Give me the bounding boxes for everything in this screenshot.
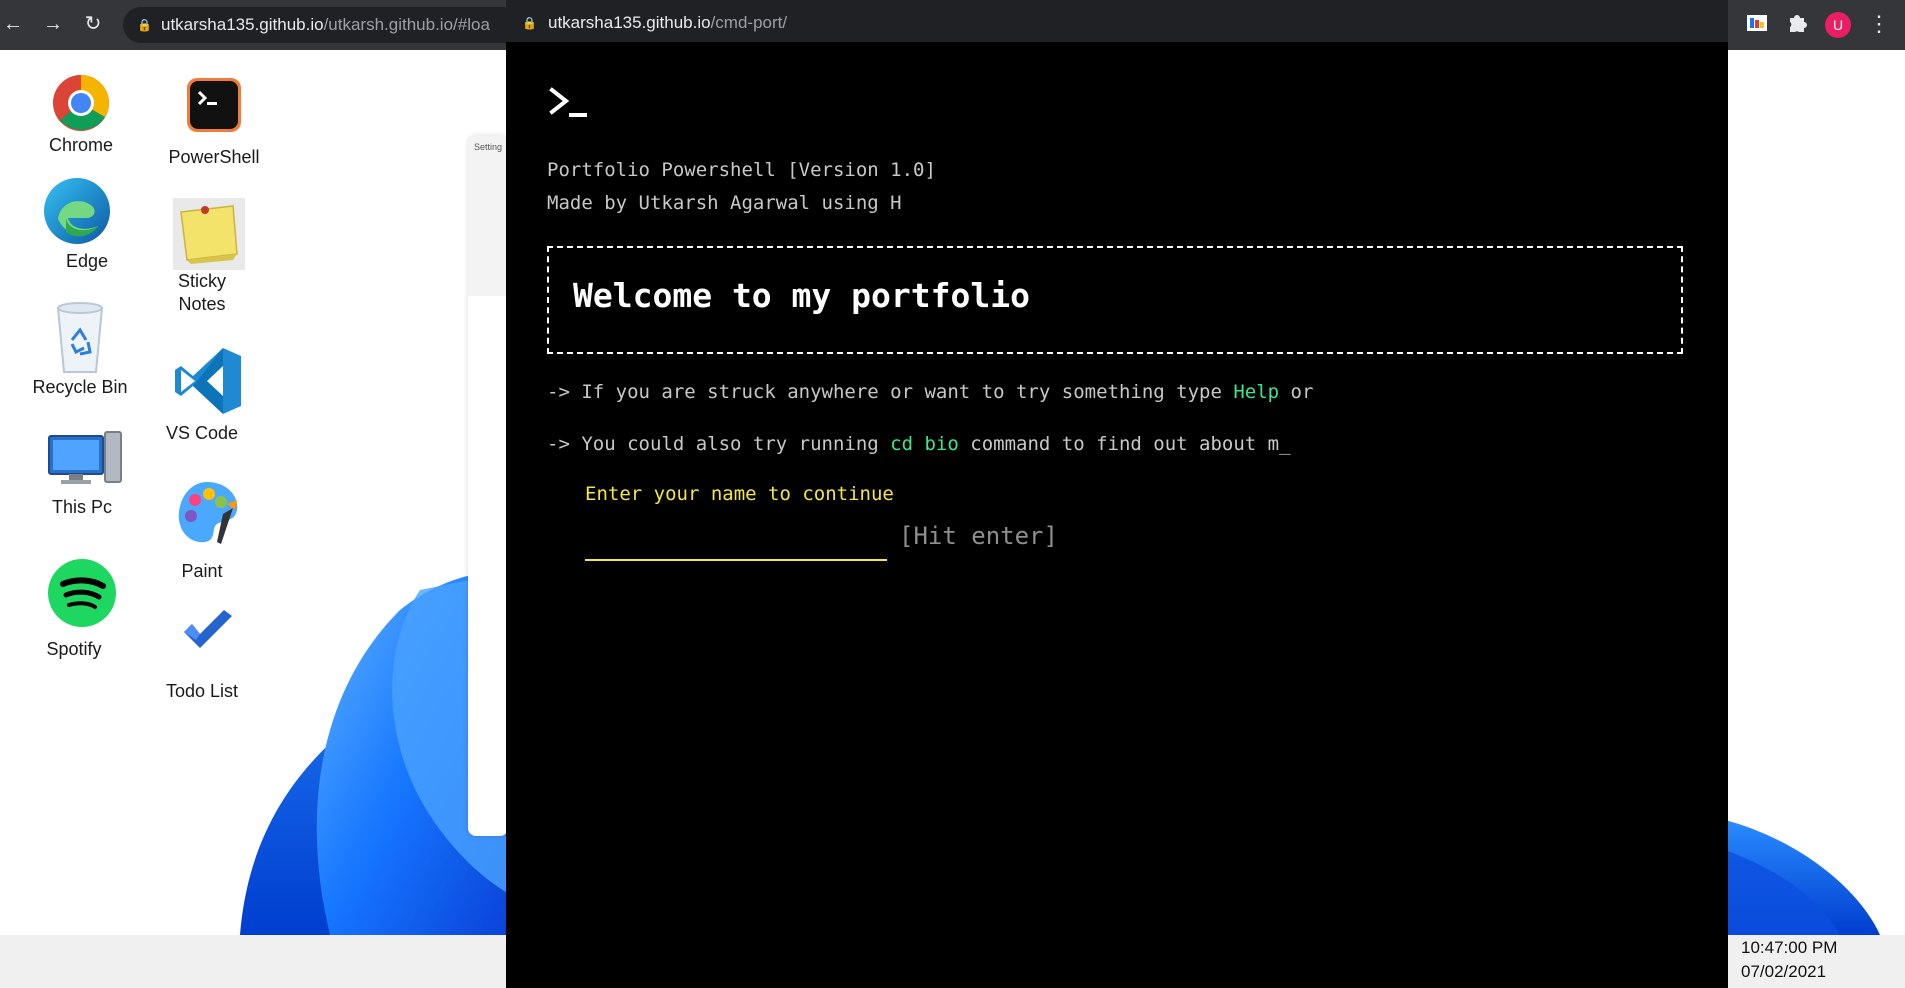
desktop-icon-label: Paint (181, 561, 223, 581)
desktop-icon-sticky-notes[interactable]: Sticky Notes (148, 198, 268, 316)
url-host: utkarsha135.github.io (548, 13, 711, 32)
todo-list-icon (184, 610, 232, 648)
desktop-icon-label: Sticky Notes (177, 271, 226, 314)
desktop-icon-paint[interactable]: Paint (148, 478, 268, 583)
desktop-icon-label: VS Code (165, 423, 239, 443)
desktop-icon-label: This Pc (51, 497, 112, 517)
settings-window[interactable]: Setting (468, 136, 508, 836)
help-hint-line: -> If you are struck anywhere or want to… (547, 381, 1313, 403)
desktop-icon-edge[interactable]: Edge (15, 174, 135, 273)
powershell-icon (187, 78, 241, 132)
clock-time: 10:47:00 PM (1741, 938, 1838, 957)
chrome-icon (53, 75, 109, 131)
lock-icon: 🔒 (137, 18, 152, 32)
desktop-icon-label: Edge (65, 251, 109, 271)
kebab-menu-icon[interactable]: ⋮ (1868, 10, 1890, 38)
extensions-puzzle-icon[interactable] (1786, 12, 1808, 34)
paint-icon (178, 482, 238, 544)
welcome-heading: Welcome to my portfolio (573, 276, 1030, 315)
address-bar[interactable]: 🔒 utkarsha135.github.io/utkarsh.github.i… (123, 7, 523, 43)
hit-enter-hint: [Hit enter] (899, 522, 1058, 550)
desktop-icon-spotify[interactable]: Spotify (22, 558, 142, 661)
edge-icon (44, 178, 110, 244)
name-prompt-label: Enter your name to continue (585, 483, 894, 505)
settings-title: Setting (474, 142, 503, 152)
desktop-icon-todo-list[interactable]: Todo List (148, 606, 268, 703)
recycle-bin-icon (56, 302, 104, 373)
forward-arrow-icon[interactable]: → (40, 11, 66, 37)
terminal-address-bar[interactable]: 🔒 utkarsha135.github.io/cmd-port/ (506, 0, 1728, 42)
welcome-banner: Welcome to my portfolio (547, 246, 1683, 354)
sticky-notes-icon (173, 198, 245, 270)
made-by-line: Made by Utkarsh Agarwal using H (547, 192, 902, 214)
spotify-icon (48, 559, 116, 627)
bio-command[interactable]: cd bio (890, 433, 959, 455)
url-path: /utkarsh.github.io/#loa (323, 15, 490, 34)
desktop-icon-label: Chrome (48, 135, 114, 155)
bio-hint-line: -> You could also try running cd bio com… (547, 433, 1291, 455)
desktop-icon-this-pc[interactable]: This Pc (22, 430, 142, 519)
terminal-window[interactable]: 🔒 utkarsha135.github.io/cmd-port/ Portfo… (506, 0, 1728, 988)
name-input[interactable] (585, 525, 887, 561)
terminal-prompt-icon (549, 87, 587, 117)
desktop-icon-label: Spotify (46, 639, 102, 659)
desktop-icon-recycle-bin[interactable]: Recycle Bin (20, 300, 140, 399)
taskbar-clock[interactable]: 10:47:00 PM 07/02/2021 (1741, 936, 1861, 984)
help-hint-prefix: -> If you are struck anywhere or want to… (547, 381, 1234, 403)
vscode-icon (175, 348, 241, 414)
desktop-icon-powershell[interactable]: PowerShell (154, 76, 274, 169)
desktop-icon-chrome[interactable]: Chrome (21, 72, 141, 157)
bio-hint-prefix: -> You could also try running (547, 433, 891, 455)
profile-avatar[interactable]: U (1825, 12, 1851, 38)
desktop-icon-label: PowerShell (168, 147, 260, 167)
version-line: Portfolio Powershell [Version 1.0] (547, 159, 936, 181)
desktop-icon-vscode[interactable]: VS Code (148, 346, 268, 445)
this-pc-icon (48, 431, 122, 484)
help-keyword[interactable]: Help (1233, 381, 1279, 403)
help-hint-suffix: or (1279, 381, 1314, 403)
back-arrow-icon[interactable]: ← (0, 11, 26, 37)
clock-date: 07/02/2021 (1741, 962, 1827, 981)
bio-hint-suffix: command to find out about m_ (958, 433, 1291, 455)
extension-flag-icon[interactable] (1746, 12, 1768, 34)
url-path: /cmd-port/ (710, 13, 788, 32)
reload-icon[interactable]: ↻ (80, 11, 106, 37)
lock-icon: 🔒 (522, 16, 537, 30)
url-host: utkarsha135.github.io (161, 15, 324, 34)
